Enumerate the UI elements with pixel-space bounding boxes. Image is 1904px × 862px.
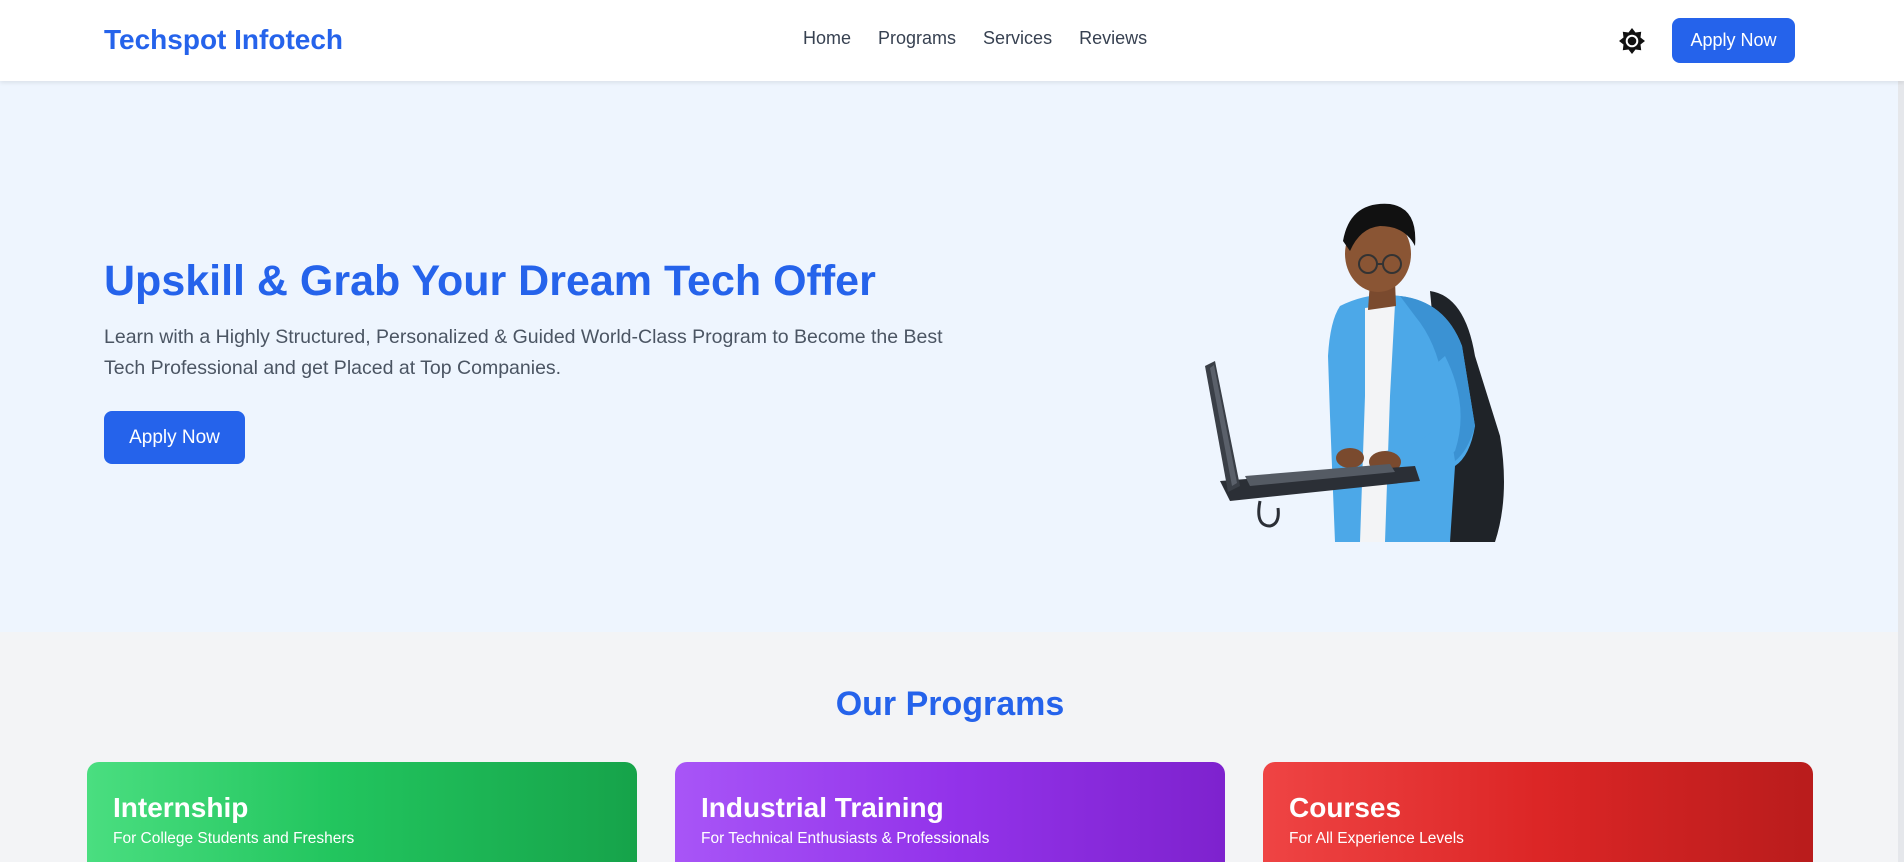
page-scrollbar[interactable]: [1898, 0, 1904, 862]
nav-link-services[interactable]: Services: [983, 28, 1052, 49]
program-card-industrial-training[interactable]: Industrial Training For Technical Enthus…: [675, 762, 1225, 862]
sun-icon[interactable]: [1617, 26, 1647, 56]
nav-link-home[interactable]: Home: [803, 28, 851, 49]
nav-apply-button[interactable]: Apply Now: [1672, 18, 1795, 63]
nav-link-reviews[interactable]: Reviews: [1079, 28, 1147, 49]
page: Techspot Infotech Home Programs Services…: [0, 0, 1904, 862]
navbar: Techspot Infotech Home Programs Services…: [0, 0, 1904, 81]
nav-link-programs[interactable]: Programs: [878, 28, 956, 49]
hero-section: Upskill & Grab Your Dream Tech Offer Lea…: [0, 81, 1904, 632]
brand-logo[interactable]: Techspot Infotech: [104, 24, 343, 56]
program-card-subtitle: For College Students and Freshers: [113, 830, 355, 847]
hero-subtitle: Learn with a Highly Structured, Personal…: [104, 326, 943, 379]
nav-links: Home Programs Services Reviews: [803, 28, 1147, 49]
program-card-title: Industrial Training: [701, 792, 944, 823]
hero-title: Upskill & Grab Your Dream Tech Offer: [104, 257, 876, 305]
program-card-subtitle: For All Experience Levels: [1289, 830, 1464, 847]
program-card-subtitle: For Technical Enthusiasts & Professional…: [701, 830, 990, 847]
programs-section: Our Programs Internship For College Stud…: [0, 632, 1904, 862]
programs-title: Our Programs: [835, 685, 1065, 723]
hero-apply-button[interactable]: Apply Now: [104, 411, 245, 464]
program-card-courses[interactable]: Courses For All Experience Levels: [1263, 762, 1813, 862]
program-card-title: Internship: [113, 792, 249, 823]
program-card-title: Courses: [1289, 792, 1402, 823]
program-card-internship[interactable]: Internship For College Students and Fres…: [87, 762, 637, 862]
student-with-laptop-image: [1200, 196, 1545, 542]
